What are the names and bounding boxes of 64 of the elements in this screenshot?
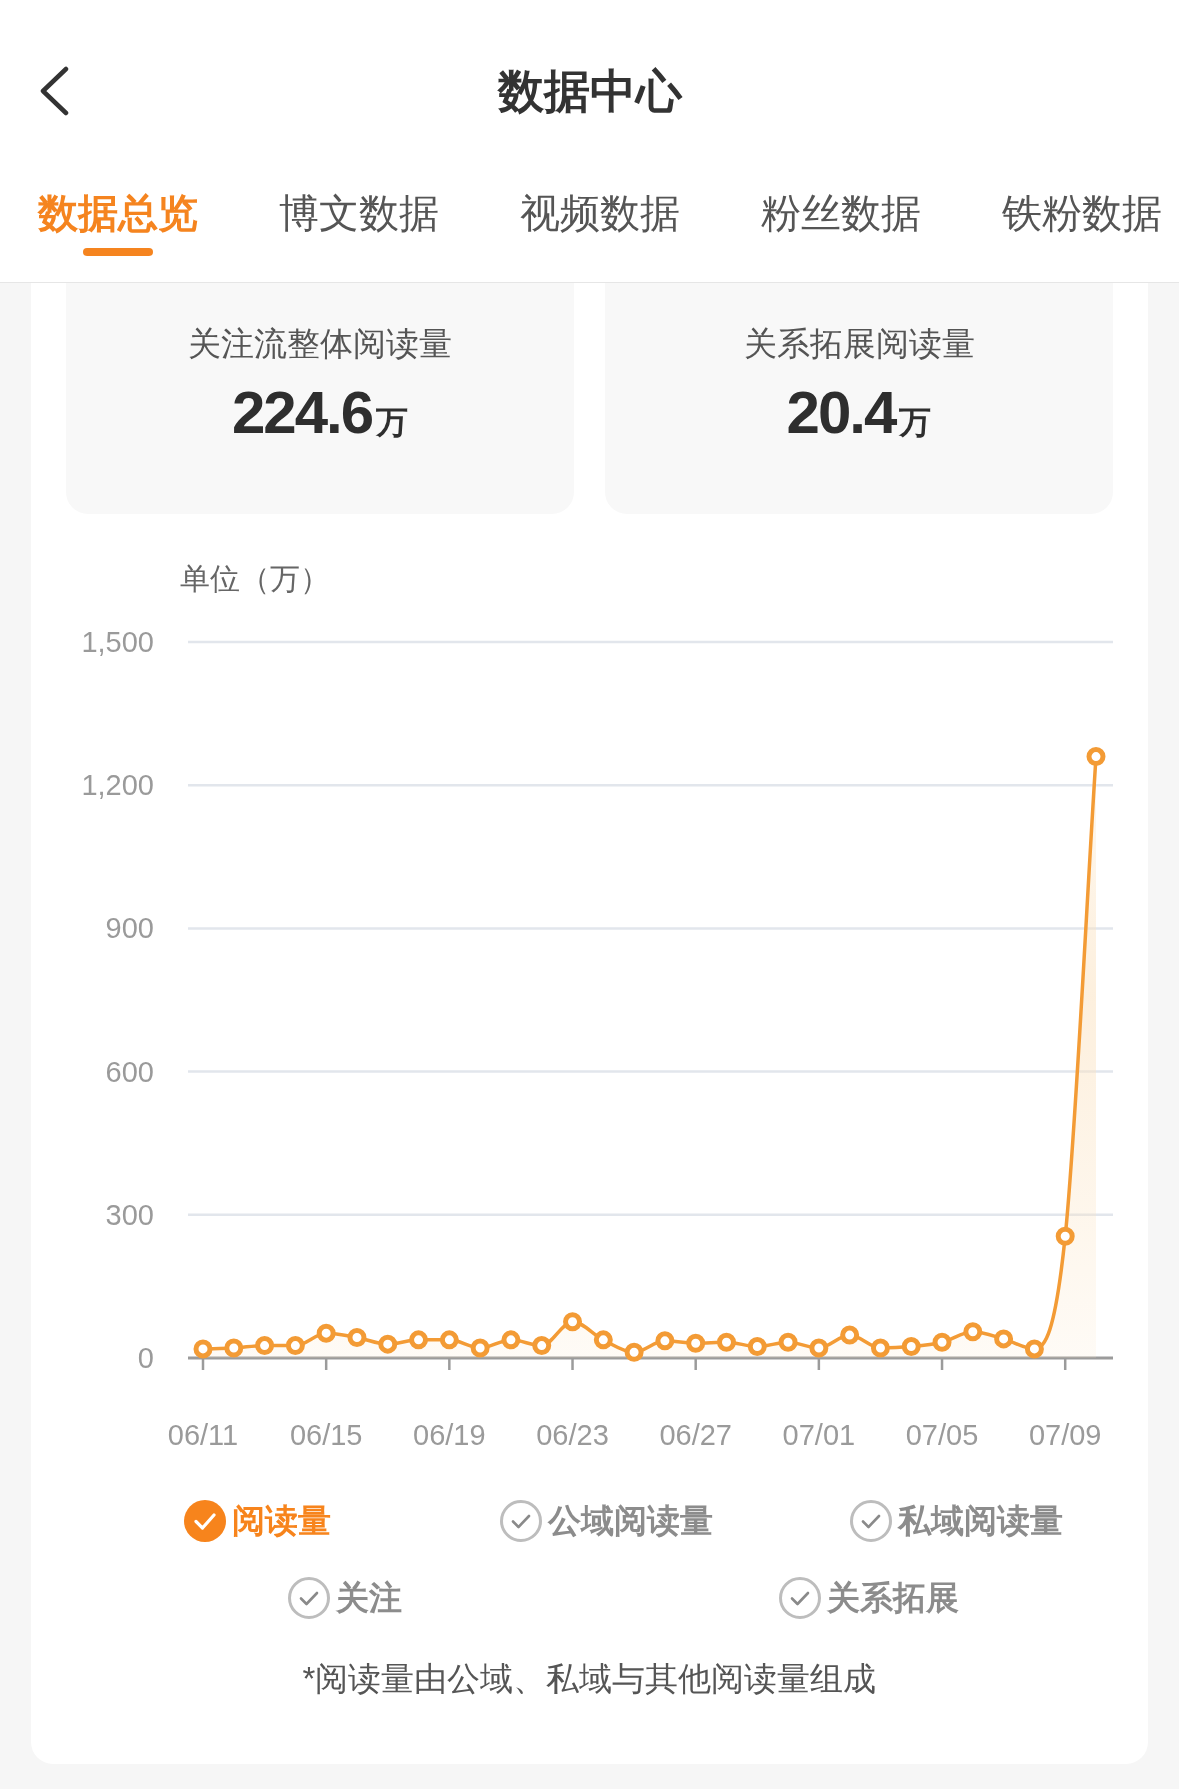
stat-label: 关系拓展阅读量 [743,324,975,364]
legend-toggle[interactable]: 公域阅读量 [500,1493,714,1549]
data-point [409,1330,429,1350]
x-axis-label: 07/09 [1028,1419,1102,1451]
y-axis-title: 单位（万） [180,561,330,597]
y-axis-label: 300 [105,1198,154,1231]
data-point [1055,1226,1075,1246]
tab[interactable]: 博文数据 [279,188,439,267]
y-axis-label: 0 [137,1342,154,1374]
data-point [593,1330,613,1350]
data-point [193,1339,213,1359]
x-axis-label: 07/01 [782,1419,856,1451]
x-axis-label: 06/23 [536,1419,609,1451]
stat-unit: 万 [899,403,932,442]
stat-unit: 万 [376,403,409,442]
tab[interactable]: 数据总览 [38,188,198,267]
data-point [932,1332,952,1352]
data-point [717,1332,736,1352]
data-point [470,1338,490,1358]
x-axis-label: 07/05 [905,1419,979,1451]
data-point [378,1334,398,1354]
data-point [1086,747,1106,767]
stat-label: 关注流整体阅读量 [188,324,452,364]
tab[interactable]: 粉丝数据 [761,188,921,267]
x-axis-label: 06/11 [167,1419,239,1451]
data-point [439,1330,459,1350]
data-point [747,1337,767,1357]
footnote: *阅读量由公域、私域与其他阅读量组成 [302,1659,877,1699]
data-point [532,1336,552,1356]
data-point [285,1336,305,1356]
tab[interactable]: 铁粉数据 [1002,188,1162,267]
back-icon[interactable] [38,66,70,116]
data-point [316,1323,336,1343]
legend-toggle[interactable]: 关注 [288,1570,402,1626]
data-point [840,1325,860,1345]
legend-toggle[interactable]: 私域阅读量 [849,1493,1063,1549]
legend-toggle[interactable]: 关系拓展 [779,1570,959,1626]
y-axis-label: 900 [105,912,154,945]
data-point [501,1330,521,1350]
page-title: 数据中心 [497,64,682,119]
data-point [901,1337,921,1357]
x-axis-label: 06/27 [659,1419,732,1451]
data-point [255,1336,275,1356]
data-point [809,1338,829,1358]
data-point [870,1338,890,1358]
x-axis-label: 06/19 [413,1419,486,1451]
y-axis-label: 600 [105,1055,154,1088]
data-point [224,1338,244,1358]
data-point [655,1331,675,1351]
data-point [1024,1339,1044,1359]
data-point [778,1332,798,1352]
stat-value: 20.4 [786,378,896,448]
data-point [624,1342,644,1362]
tab[interactable]: 视频数据 [520,188,680,267]
stat-value: 224.6 [231,378,373,448]
legend-toggle[interactable]: 阅读量 [184,1493,332,1549]
data-point [963,1322,983,1342]
y-axis-label: 1,200 [81,769,154,802]
y-axis-label: 1,500 [81,626,154,658]
x-axis-label: 06/15 [289,1419,363,1451]
data-point [347,1328,367,1347]
data-point [563,1312,582,1332]
data-point [686,1333,706,1353]
data-point [994,1329,1014,1349]
